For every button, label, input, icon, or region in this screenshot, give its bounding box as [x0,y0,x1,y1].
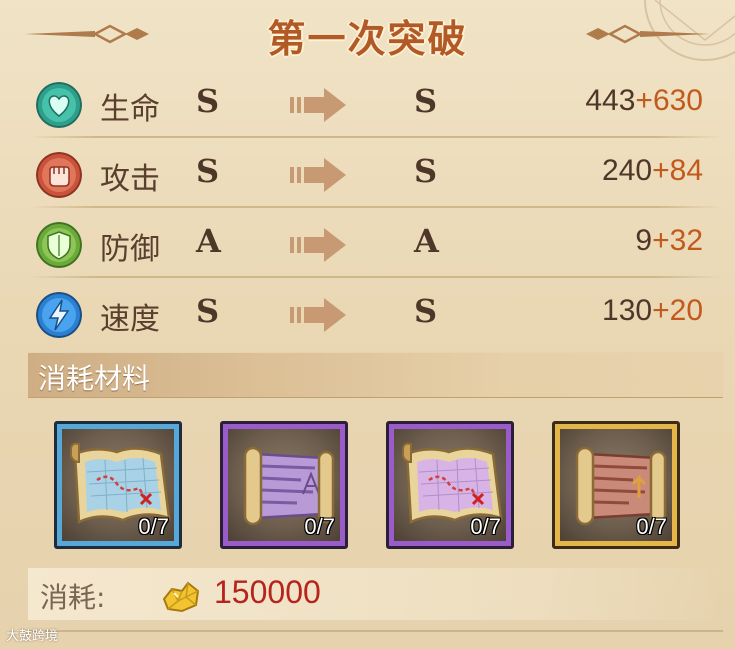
stat-name: 速度 [100,302,160,337]
stat-name: 防御 [100,232,160,267]
grade-after: S [414,152,438,190]
divider [28,206,723,208]
divider [28,630,723,632]
stat-row-hp: 生命 S S 443+630 [28,72,723,138]
material-count: 0/7 [470,514,501,539]
stat-name: 生命 [100,92,160,127]
material-slot-3[interactable]: 0/7 [386,421,514,549]
material-count: 0/7 [138,514,169,539]
stat-base: 240 [602,154,653,187]
grade-before: S [196,152,220,190]
material-slot-2[interactable]: 0/7 [220,421,348,549]
grade-after: S [414,292,438,330]
arrow-right-icon [290,298,346,332]
lightning-icon [36,292,82,338]
title-bar: 第一次突破 [0,0,735,70]
grade-after: A [414,222,439,260]
gold-nugget-icon [162,581,200,613]
divider [28,136,723,138]
materials-header: 消耗材料 [28,352,723,398]
material-count: 0/7 [304,514,335,539]
stat-bonus: +630 [635,84,703,117]
arrow-right-icon [290,88,346,122]
fist-icon [36,152,82,198]
arrow-right-icon [290,228,346,262]
grade-before: S [196,292,220,330]
cost-label: 消耗: [40,581,106,614]
grade-after: S [414,82,438,120]
stat-base: 443 [585,84,636,117]
watermark: 大鼓跨境 [6,629,59,644]
grade-before: S [196,82,220,120]
stat-value: 240+84 [602,154,703,188]
cost-row: 消耗: 150000 [28,568,723,620]
material-count: 0/7 [636,514,667,539]
divider [28,276,723,278]
stat-value: 443+630 [585,84,703,118]
stat-name: 攻击 [100,162,160,197]
heart-icon [36,82,82,128]
stat-row-speed: 速度 S S 130+20 [28,282,723,348]
grade-before: A [196,222,221,260]
stat-base: 9 [635,224,653,257]
stat-row-attack: 攻击 S S 240+84 [28,142,723,208]
material-slot-4[interactable]: 0/7 [552,421,680,549]
ornament-right [586,24,710,44]
materials-header-label: 消耗材料 [38,362,151,395]
arrow-right-icon [290,158,346,192]
stat-value: 9+32 [635,224,703,258]
stat-row-defense: 防御 A A 9+32 [28,212,723,278]
cost-value: 150000 [214,574,321,610]
stat-base: 130 [602,294,653,327]
stat-bonus: +20 [652,294,703,327]
stat-value: 130+20 [602,294,703,328]
breakthrough-panel: 第一次突破 生命 S S 443+630 攻击 S S 240+84 防御 A … [0,0,735,649]
material-slot-1[interactable]: 0/7 [54,421,182,549]
shield-icon [36,222,82,268]
stat-bonus: +84 [652,154,703,187]
stat-bonus: +32 [652,224,703,257]
